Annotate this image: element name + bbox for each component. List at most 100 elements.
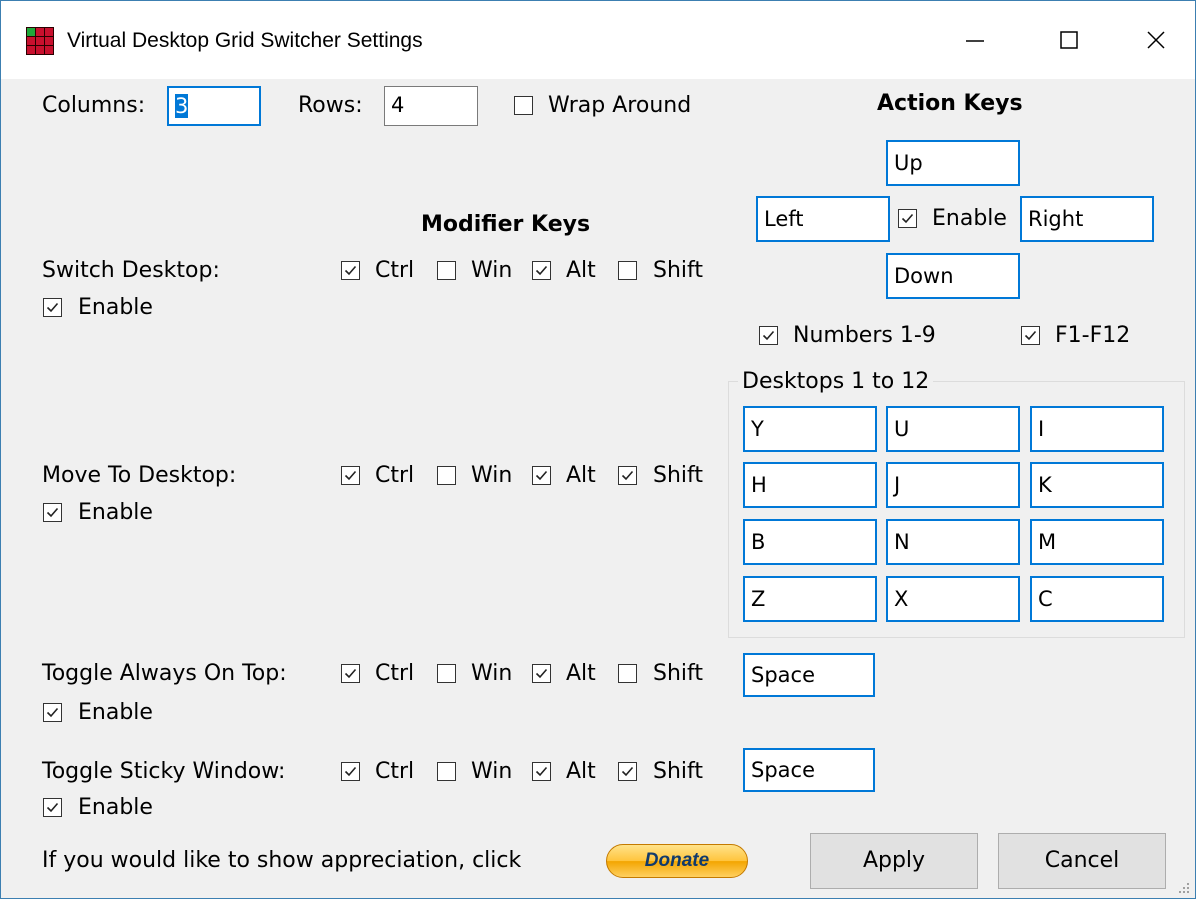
left-key-input[interactable]: Left <box>756 196 890 242</box>
close-icon <box>1147 31 1165 49</box>
switch-win-checkbox[interactable] <box>437 261 456 280</box>
sticky-shift-checkbox[interactable] <box>618 762 637 781</box>
desktops-group-label: Desktops 1 to 12 <box>738 368 934 396</box>
checkmark-icon <box>344 265 357 276</box>
switch-win-label: Win <box>471 258 513 283</box>
down-key-input[interactable]: Down <box>886 253 1020 299</box>
checkmark-icon <box>46 707 59 718</box>
settings-window: Virtual Desktop Grid Switcher Settings C… <box>0 0 1196 899</box>
right-key-input[interactable]: Right <box>1020 196 1154 242</box>
sticky-ctrl-label: Ctrl <box>375 759 415 784</box>
move-desktop-label: Move To Desktop: <box>42 463 237 488</box>
sticky-win-checkbox[interactable] <box>437 762 456 781</box>
move-win-label: Win <box>471 463 513 488</box>
rows-input[interactable]: 4 <box>384 86 478 126</box>
desktop-key-input[interactable]: X <box>886 576 1020 622</box>
action-keys-header: Action Keys <box>877 91 1023 116</box>
columns-input[interactable]: 3 <box>167 86 261 126</box>
donate-button[interactable]: Donate <box>606 844 748 878</box>
desktop-key-input[interactable]: C <box>1030 576 1164 622</box>
switch-shift-checkbox[interactable] <box>618 261 637 280</box>
checkmark-icon <box>344 470 357 481</box>
numbers-label: Numbers 1-9 <box>793 323 936 348</box>
move-alt-label: Alt <box>566 463 596 488</box>
checkmark-icon <box>901 213 914 224</box>
sticky-window-label: Toggle Sticky Window: <box>42 759 286 784</box>
columns-label: Columns: <box>42 93 146 118</box>
ontop-alt-checkbox[interactable] <box>532 664 551 683</box>
checkmark-icon <box>344 766 357 777</box>
desktop-key-input[interactable]: I <box>1030 406 1164 452</box>
checkmark-icon <box>762 330 775 341</box>
donate-label: Donate <box>644 850 710 871</box>
desktop-key-input[interactable]: N <box>886 519 1020 565</box>
apply-button[interactable]: Apply <box>810 833 978 889</box>
cancel-button[interactable]: Cancel <box>998 833 1166 889</box>
appreciation-text: If you would like to show appreciation, … <box>42 848 522 873</box>
resize-grip-icon[interactable] <box>1177 881 1191 895</box>
numbers-checkbox[interactable] <box>759 326 778 345</box>
maximize-button[interactable] <box>1032 1 1106 79</box>
ontop-win-label: Win <box>471 661 513 686</box>
desktop-key-input[interactable]: U <box>886 406 1020 452</box>
checkmark-icon <box>621 470 634 481</box>
desktop-key-input[interactable]: K <box>1030 462 1164 508</box>
move-enable-label: Enable <box>78 500 153 525</box>
minimize-button[interactable] <box>938 1 1012 79</box>
desktop-key-input[interactable]: Z <box>743 576 877 622</box>
switch-enable-label: Enable <box>78 295 153 320</box>
checkmark-icon <box>344 668 357 679</box>
sticky-win-label: Win <box>471 759 513 784</box>
desktop-key-input[interactable]: H <box>743 462 877 508</box>
sticky-ctrl-checkbox[interactable] <box>341 762 360 781</box>
sticky-alt-label: Alt <box>566 759 596 784</box>
ontop-ctrl-label: Ctrl <box>375 661 415 686</box>
switch-ctrl-checkbox[interactable] <box>341 261 360 280</box>
checkmark-icon <box>46 507 59 518</box>
move-shift-label: Shift <box>653 463 704 488</box>
switch-alt-checkbox[interactable] <box>532 261 551 280</box>
checkmark-icon <box>46 302 59 313</box>
move-alt-checkbox[interactable] <box>532 466 551 485</box>
grid-app-icon <box>26 27 54 55</box>
desktop-key-input[interactable]: J <box>886 462 1020 508</box>
switch-desktop-label: Switch Desktop: <box>42 258 220 283</box>
fkeys-checkbox[interactable] <box>1021 326 1040 345</box>
title-bar[interactable]: Virtual Desktop Grid Switcher Settings <box>1 1 1195 79</box>
sticky-alt-checkbox[interactable] <box>532 762 551 781</box>
sticky-shift-label: Shift <box>653 759 704 784</box>
checkmark-icon <box>1024 330 1037 341</box>
checkmark-icon <box>535 470 548 481</box>
sticky-key-input[interactable]: Space <box>743 748 875 792</box>
sticky-enable-checkbox[interactable] <box>43 798 62 817</box>
move-ctrl-label: Ctrl <box>375 463 415 488</box>
ontop-shift-label: Shift <box>653 661 704 686</box>
ontop-enable-checkbox[interactable] <box>43 703 62 722</box>
ontop-enable-label: Enable <box>78 700 153 725</box>
desktop-key-input[interactable]: B <box>743 519 877 565</box>
maximize-icon <box>1060 31 1078 49</box>
columns-value: 3 <box>175 94 189 118</box>
move-shift-checkbox[interactable] <box>618 466 637 485</box>
always-on-top-label: Toggle Always On Top: <box>42 661 287 686</box>
up-key-input[interactable]: Up <box>886 140 1020 186</box>
switch-enable-checkbox[interactable] <box>43 298 62 317</box>
desktop-key-input[interactable]: M <box>1030 519 1164 565</box>
wrap-around-checkbox[interactable] <box>514 96 533 115</box>
ontop-ctrl-checkbox[interactable] <box>341 664 360 683</box>
modifier-keys-header: Modifier Keys <box>421 212 591 237</box>
move-ctrl-checkbox[interactable] <box>341 466 360 485</box>
arrows-enable-checkbox[interactable] <box>898 209 917 228</box>
switch-ctrl-label: Ctrl <box>375 258 415 283</box>
ontop-alt-label: Alt <box>566 661 596 686</box>
ontop-key-input[interactable]: Space <box>743 653 875 697</box>
ontop-win-checkbox[interactable] <box>437 664 456 683</box>
move-win-checkbox[interactable] <box>437 466 456 485</box>
sticky-enable-label: Enable <box>78 795 153 820</box>
arrows-enable-label: Enable <box>932 206 1007 231</box>
ontop-shift-checkbox[interactable] <box>618 664 637 683</box>
desktop-key-input[interactable]: Y <box>743 406 877 452</box>
checkmark-icon <box>46 802 59 813</box>
close-button[interactable] <box>1119 1 1193 79</box>
move-enable-checkbox[interactable] <box>43 503 62 522</box>
